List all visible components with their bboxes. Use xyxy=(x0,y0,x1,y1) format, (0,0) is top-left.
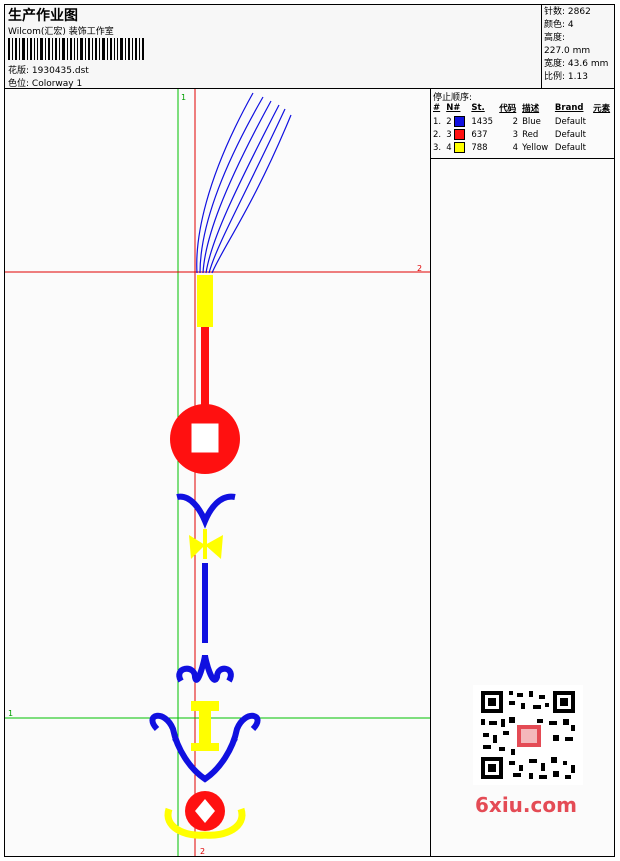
blue-bow xyxy=(176,493,236,529)
width-value: 43.6 mm xyxy=(567,59,609,69)
stitches-value: 2862 xyxy=(567,7,591,17)
row-code: 4 xyxy=(512,142,519,153)
marker-v-bottom: 2 xyxy=(200,847,205,856)
design-canvas: 1 2 1 2 xyxy=(5,89,431,856)
col-desc: 描述 xyxy=(522,104,540,114)
row-stitches: 1435 xyxy=(471,116,493,127)
row-desc: Blue xyxy=(522,116,541,127)
colors-value: 4 xyxy=(567,20,574,30)
row-element xyxy=(591,128,614,141)
stat-scale: 比例: 1.13 xyxy=(544,71,614,84)
width-label: 宽度: xyxy=(544,59,566,69)
row-needle: 4 xyxy=(444,141,469,154)
sheet-title: 生产作业图 xyxy=(8,8,78,24)
row-code: 2 xyxy=(512,116,519,127)
row-stitches: 637 xyxy=(471,129,488,140)
col-needle: N# xyxy=(446,103,461,113)
marker-v-top: 1 xyxy=(181,93,186,102)
red-cord xyxy=(201,327,209,409)
red-small-coin xyxy=(185,791,225,831)
row-num: 2. xyxy=(433,129,442,140)
row-needle: 2 xyxy=(444,115,469,128)
height-value: 227.0 mm xyxy=(544,46,591,56)
row-brand: Default xyxy=(554,116,586,127)
stats-panel: 针数: 2862 颜色: 4 高度: 227.0 mm 宽度: 43.6 mm … xyxy=(542,5,614,89)
qr-code xyxy=(473,685,583,785)
row-code: 3 xyxy=(512,129,519,140)
colors-label: 颜色: xyxy=(544,20,566,30)
stat-stitches: 针数: 2862 xyxy=(544,6,614,19)
tassel-strands xyxy=(196,92,292,274)
blue-cord xyxy=(202,563,208,643)
yellow-knot xyxy=(197,275,213,327)
company-name: Wilcom(汇宏) 装饰工作室 xyxy=(8,27,114,37)
scale-label: 比例: xyxy=(544,72,566,82)
row-stitches: 788 xyxy=(471,142,488,153)
blue-swirl-top xyxy=(176,654,234,683)
stop-sequence-table: # N# St. 代码 描述 Brand 元素 1. 2 1435 2 Blue… xyxy=(431,101,614,154)
stop-sequence-panel: 停止顺序: # N# St. 代码 描述 Brand 元素 1. 2 1435 xyxy=(431,89,614,856)
color-swatch xyxy=(454,116,466,127)
row-desc: Yellow xyxy=(522,142,549,153)
height-label: 高度: xyxy=(544,33,566,43)
row-element xyxy=(591,141,614,154)
row-brand: Default xyxy=(554,142,586,153)
col-brand: Brand xyxy=(554,103,584,113)
header-panel: 生产作业图 Wilcom(汇宏) 装饰工作室 花版: 1930435.dst 色… xyxy=(5,5,542,89)
table-row: 2. 3 637 3 Red Default xyxy=(431,128,614,141)
row-desc: Red xyxy=(522,129,539,140)
scale-value: 1.13 xyxy=(567,72,588,82)
file-label: 花版: xyxy=(8,66,30,76)
marker-h-left: 1 xyxy=(8,709,13,718)
col-code: 代码 xyxy=(499,104,517,114)
table-header-row: # N# St. 代码 描述 Brand 元素 xyxy=(431,101,614,115)
production-sheet: 生产作业图 Wilcom(汇宏) 装饰工作室 花版: 1930435.dst 色… xyxy=(4,4,615,857)
row-element xyxy=(591,115,614,128)
marker-h-right: 2 xyxy=(417,264,422,273)
table-divider xyxy=(431,158,614,159)
red-coin xyxy=(170,404,240,474)
col-num: # xyxy=(433,103,441,113)
col-element: 元素 xyxy=(593,104,611,114)
watermark: 6xiu.com xyxy=(475,793,577,817)
row-brand: Default xyxy=(554,129,586,140)
table-row: 1. 2 1435 2 Blue Default xyxy=(431,115,614,128)
row-num: 1. xyxy=(433,116,442,127)
colorway-value: Colorway 1 xyxy=(31,79,83,89)
color-swatch xyxy=(454,129,466,140)
stat-height: 高度: 227.0 mm xyxy=(544,32,614,58)
stat-colors: 颜色: 4 xyxy=(544,19,614,32)
stitches-label: 针数: xyxy=(544,7,566,17)
color-swatch xyxy=(454,142,466,153)
embroidery-preview: 1 2 1 2 xyxy=(5,89,430,856)
colorway: 色位: Colorway 1 xyxy=(8,76,82,89)
colorway-label: 色位: xyxy=(8,79,30,89)
table-row: 3. 4 788 4 Yellow Default xyxy=(431,141,614,154)
col-stitches: St. xyxy=(471,103,485,113)
file-name: 花版: 1930435.dst xyxy=(8,63,89,76)
file-value: 1930435.dst xyxy=(31,66,89,76)
row-num: 3. xyxy=(433,142,442,153)
barcode xyxy=(8,38,144,60)
row-needle: 3 xyxy=(444,128,469,141)
stat-width: 宽度: 43.6 mm xyxy=(544,58,614,71)
yellow-butterfly xyxy=(189,529,223,559)
